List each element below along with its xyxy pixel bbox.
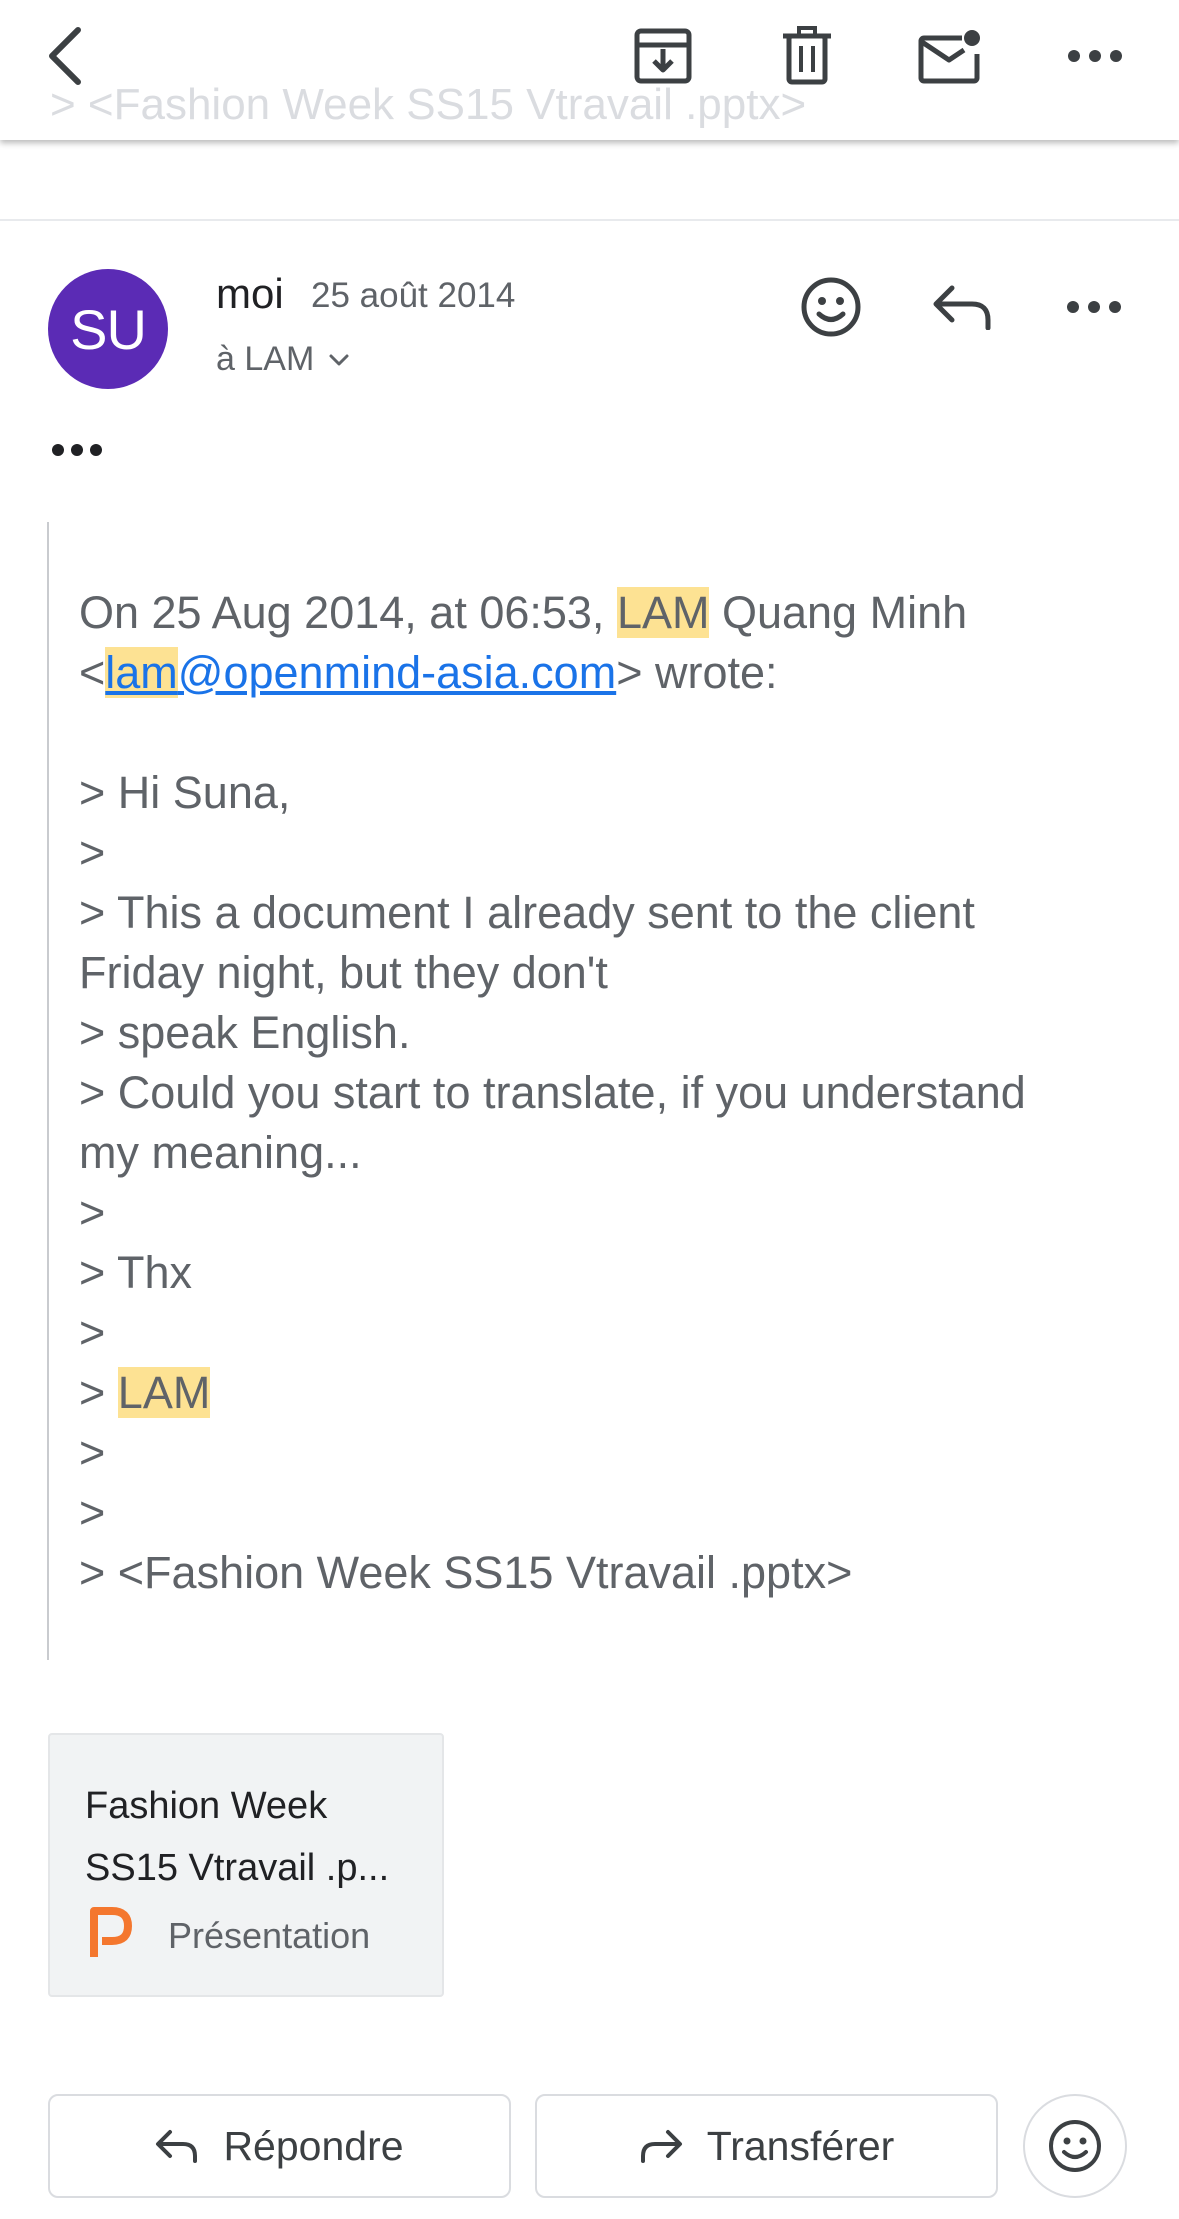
quote-line: my meaning... [79, 1127, 362, 1178]
archive-icon [634, 28, 692, 84]
quoted-message: On 25 Aug 2014, at 06:53, LAM Quang Minh… [79, 583, 1159, 1603]
email-link[interactable]: lam@openmind-asia.com [105, 647, 616, 698]
quote-email-line: <lam@openmind-asia.com> wrote: [79, 647, 778, 698]
quote-line: > speak English. [79, 1007, 411, 1058]
quote-line: > Hi Suna, [79, 767, 291, 818]
attachment-type: Présentation [168, 1915, 371, 1956]
quote-line: > [79, 1307, 106, 1358]
quote-line: > [79, 827, 106, 878]
reply-icon [156, 2130, 198, 2163]
emoji-icon [801, 277, 861, 337]
recipient-label: à LAM [216, 340, 315, 378]
reply-action-button[interactable]: Répondre [48, 2094, 511, 2198]
sender-avatar[interactable]: SU [48, 269, 168, 389]
presentation-p-icon [90, 1907, 132, 1957]
show-trimmed-content-button[interactable] [50, 442, 104, 463]
recipient-details-toggle[interactable]: à LAM [216, 340, 350, 379]
ellipsis-icon [52, 444, 102, 456]
top-toolbar: > <Fashion Week SS15 Vtravail .pptx> [0, 0, 1179, 140]
search-highlight: LAM [117, 1367, 211, 1418]
quote-line: > This a document I already sent to the … [79, 887, 975, 938]
quote-line: Friday night, but they don't [79, 947, 608, 998]
quote-border [47, 522, 49, 1660]
quote-signature-line: > LAM [79, 1367, 211, 1418]
mark-unread-button[interactable] [905, 14, 995, 98]
forward-label: Transférer [706, 2122, 895, 2169]
more-icon [1068, 50, 1122, 62]
reply-icon [933, 285, 991, 330]
quote-intro-line: On 25 Aug 2014, at 06:53, LAM Quang Minh [79, 587, 968, 638]
attachment-card[interactable]: Fashion Week SS15 Vtravail .p... Présent… [48, 1733, 444, 1997]
quote-line: > Thx [79, 1247, 192, 1298]
delete-icon [783, 26, 831, 85]
back-button[interactable] [22, 14, 112, 98]
archive-button[interactable] [618, 14, 708, 98]
header-divider [0, 219, 1179, 221]
quote-line: > [79, 1487, 106, 1538]
reply-label: Répondre [223, 2122, 404, 2169]
quote-line: > [79, 1187, 106, 1238]
quote-line: > <Fashion Week SS15 Vtravail .pptx> [79, 1547, 853, 1598]
more-icon [1067, 301, 1121, 313]
emoji-reaction-button[interactable] [1023, 2094, 1127, 2198]
chevron-down-icon [329, 354, 349, 365]
emoji-icon [1049, 2120, 1101, 2172]
quote-line: > Could you start to translate, if you u… [79, 1067, 1026, 1118]
attachment-name: Fashion Week SS15 Vtravail .p... [85, 1785, 390, 1889]
search-highlight: LAM [616, 587, 710, 638]
avatar-initials: SU [70, 297, 147, 361]
mark-unread-icon [918, 30, 980, 84]
more-options-button[interactable] [1050, 14, 1140, 98]
forward-icon [640, 2130, 682, 2163]
sender-name: moi [216, 270, 284, 317]
react-emoji-button[interactable] [783, 262, 879, 352]
quote-line: > [79, 1427, 106, 1478]
reply-button[interactable] [915, 262, 1011, 352]
message-date: 25 août 2014 [311, 276, 516, 315]
message-more-button[interactable] [1046, 262, 1142, 352]
delete-button[interactable] [762, 14, 852, 98]
back-arrow-icon [49, 27, 81, 85]
forward-action-button[interactable]: Transférer [535, 2094, 998, 2198]
